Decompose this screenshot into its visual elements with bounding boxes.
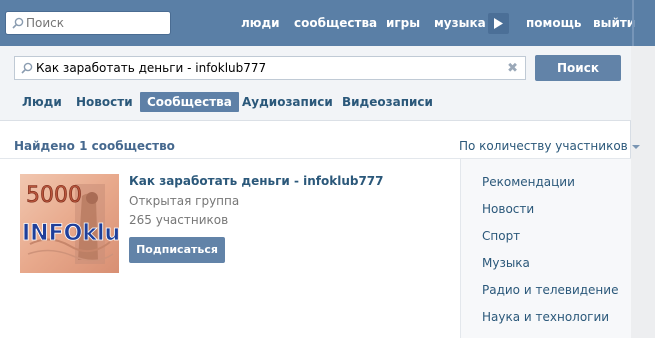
main-search-field[interactable]: Как заработать деньги - infoklub777 ✖ bbox=[14, 56, 526, 80]
search-icon bbox=[21, 62, 33, 74]
category-science-tech[interactable]: Наука и технологии bbox=[482, 310, 609, 324]
header-edge bbox=[632, 0, 634, 46]
nav-communities[interactable]: сообщества bbox=[294, 0, 377, 46]
category-recommendations[interactable]: Рекомендации bbox=[482, 175, 575, 189]
category-sport[interactable]: Спорт bbox=[482, 229, 520, 243]
nav-music-link[interactable]: музыка bbox=[434, 16, 486, 30]
tab-audio[interactable]: Аудиозаписи bbox=[242, 92, 333, 112]
category-news[interactable]: Новости bbox=[482, 202, 534, 216]
nav-communities-link[interactable]: сообщества bbox=[294, 16, 377, 30]
banknote-label: INFOklub bbox=[22, 221, 119, 246]
results-count: Найдено 1 сообщество bbox=[14, 139, 175, 153]
search-panel: Как заработать деньги - infoklub777 ✖ По… bbox=[0, 46, 640, 338]
top-header: люди сообщества игры музыка помощь выйти bbox=[0, 0, 655, 46]
search-button[interactable]: Поиск bbox=[535, 55, 621, 81]
banknote-image: 5000 INFOklub bbox=[20, 174, 119, 273]
play-button[interactable] bbox=[488, 13, 509, 34]
clear-icon[interactable]: ✖ bbox=[507, 61, 518, 76]
subscribe-button[interactable]: Подписаться bbox=[129, 237, 225, 263]
nav-people-link[interactable]: люди bbox=[241, 16, 280, 30]
main-search-input[interactable]: Как заработать деньги - infoklub777 bbox=[36, 61, 266, 75]
header-search-input[interactable] bbox=[26, 15, 166, 31]
tab-news[interactable]: Новости bbox=[76, 92, 133, 112]
nav-logout-link[interactable]: выйти bbox=[593, 16, 635, 30]
nav-games[interactable]: игры bbox=[386, 0, 420, 46]
header-search-field[interactable] bbox=[5, 11, 171, 35]
community-members: 265 участников bbox=[129, 213, 229, 227]
tab-video[interactable]: Видеозаписи bbox=[342, 92, 433, 112]
search-panel-header: Как заработать деньги - infoklub777 ✖ По… bbox=[0, 46, 631, 121]
play-icon bbox=[494, 18, 503, 29]
chevron-down-icon[interactable] bbox=[631, 144, 640, 149]
nav-help-link[interactable]: помощь bbox=[526, 16, 581, 30]
community-type: Открытая группа bbox=[129, 194, 240, 208]
nav-help[interactable]: помощь bbox=[526, 0, 581, 46]
category-sidebar: Рекомендации Новости Спорт Музыка Радио … bbox=[460, 159, 631, 338]
tab-people[interactable]: Люди bbox=[22, 92, 62, 112]
nav-games-link[interactable]: игры bbox=[386, 16, 420, 30]
category-radio-tv[interactable]: Радио и телевидение bbox=[482, 283, 618, 297]
tab-communities[interactable]: Сообщества bbox=[140, 92, 239, 112]
category-music[interactable]: Музыка bbox=[482, 256, 530, 270]
nav-people[interactable]: люди bbox=[241, 0, 280, 46]
sort-dropdown[interactable]: По количеству участников bbox=[459, 139, 640, 153]
nav-music[interactable]: музыка bbox=[434, 0, 486, 46]
nav-logout[interactable]: выйти bbox=[593, 0, 635, 46]
search-icon bbox=[12, 17, 24, 29]
sort-label[interactable]: По количеству участников bbox=[459, 139, 628, 153]
community-avatar[interactable]: 5000 INFOklub bbox=[20, 174, 119, 273]
community-title-link[interactable]: Как заработать деньги - infoklub777 bbox=[129, 174, 384, 188]
banknote-amount: 5000 bbox=[26, 183, 82, 208]
